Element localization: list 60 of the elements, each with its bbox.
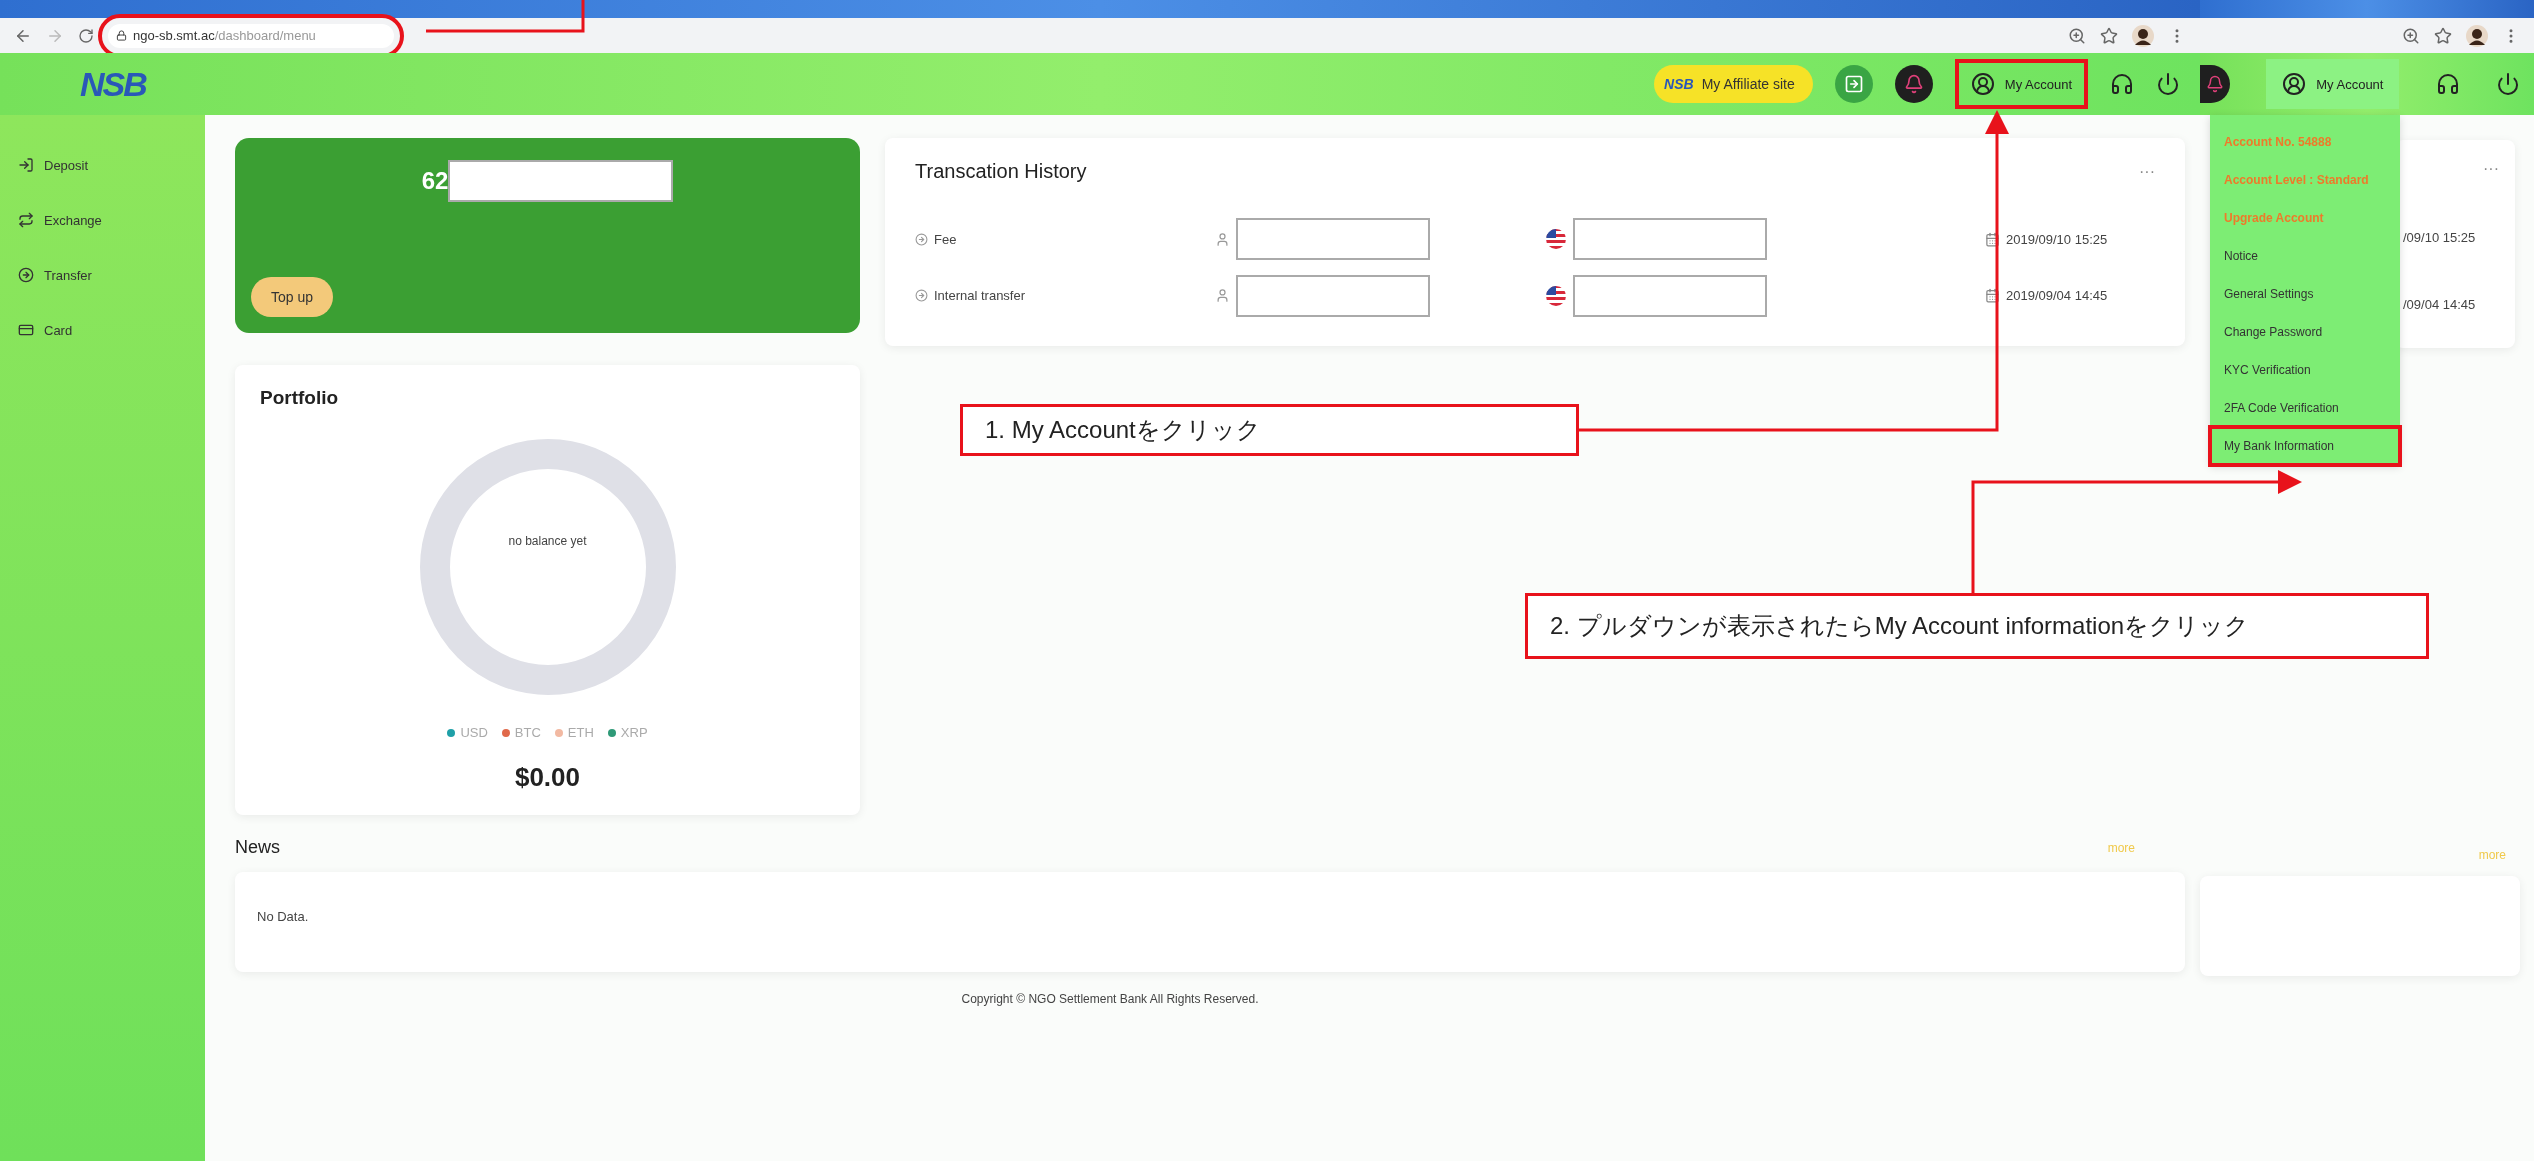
- top-up-button[interactable]: Top up: [251, 277, 334, 317]
- sidebar-item[interactable]: Card: [0, 315, 205, 345]
- section-title: News: [235, 837, 280, 858]
- transaction-date: /09/04 14:45: [2403, 297, 2477, 312]
- sidebar-item[interactable]: Deposit: [0, 150, 205, 180]
- flag-icon: [1545, 284, 1567, 307]
- transaction-type: Fee: [934, 231, 957, 247]
- menu-item[interactable]: General Settings: [2210, 275, 2400, 313]
- empty-text: No Data.: [257, 909, 309, 924]
- user-icon: [2282, 72, 2307, 96]
- profile-avatar-icon[interactable]: [2466, 24, 2488, 47]
- exchange-icon: [18, 212, 34, 228]
- menu-item[interactable]: My Bank Information: [2210, 427, 2400, 465]
- person-icon: [1215, 288, 1230, 304]
- reload-icon[interactable]: [78, 27, 94, 44]
- star-icon[interactable]: [2100, 26, 2118, 45]
- empty-chart-text: no balance yet: [508, 534, 587, 548]
- person-icon: [1215, 231, 1230, 247]
- sidebar-item[interactable]: Transfer: [0, 260, 205, 290]
- logo[interactable]: NSB: [80, 64, 146, 104]
- arrow-square-icon: [1843, 74, 1864, 94]
- zoom-icon[interactable]: [2402, 26, 2420, 45]
- login-arrow-icon: [18, 157, 34, 173]
- lock-icon: [116, 30, 127, 41]
- transaction-type: Internal transfer: [934, 288, 1026, 304]
- power-icon[interactable]: [2156, 72, 2180, 96]
- portfolio-total: $0.00: [514, 762, 581, 793]
- more-button[interactable]: ···: [2483, 160, 2499, 178]
- card-title: Transcation History: [915, 160, 1087, 183]
- profile-avatar-icon[interactable]: [2132, 24, 2154, 47]
- bell-button[interactable]: [2200, 65, 2230, 103]
- menu-item[interactable]: Notice: [2210, 237, 2400, 275]
- sidebar-item[interactable]: Exchange: [0, 205, 205, 235]
- flag-icon: [1545, 228, 1567, 251]
- transaction-date: 2019/09/10 15:25: [2006, 231, 2108, 247]
- star-icon[interactable]: [2434, 26, 2452, 45]
- zoom-icon[interactable]: [2068, 26, 2086, 45]
- account-button[interactable]: My Account: [1954, 59, 2088, 109]
- annotation-callout: 1. My Accountをクリック: [960, 404, 1579, 456]
- headset-icon[interactable]: [2110, 72, 2134, 96]
- user-icon: [1970, 72, 1995, 96]
- bell-icon: [1903, 74, 1924, 94]
- menu-item[interactable]: KYC Verification: [2210, 351, 2400, 389]
- copyright-text: Copyright © NGO Settlement Bank All Rights Reserved.: [960, 992, 1260, 1006]
- headset-icon[interactable]: [2435, 72, 2460, 96]
- more-button[interactable]: ···: [2139, 162, 2155, 181]
- account-button[interactable]: My Account: [2266, 59, 2400, 109]
- menu-item[interactable]: Change Password: [2210, 313, 2400, 351]
- annotation-callout: 2. プルダウンが表示されたらMy Account informationをクリック: [1525, 593, 2429, 659]
- arrow-circle-icon: [18, 267, 34, 283]
- power-icon[interactable]: [2496, 72, 2520, 96]
- transaction-date: /09/10 15:25: [2403, 230, 2477, 245]
- transaction-date: 2019/09/04 14:45: [2006, 288, 2108, 304]
- card-title: Portfolio: [260, 387, 339, 409]
- card-icon: [18, 322, 34, 338]
- bell-icon: [2206, 75, 2224, 93]
- balance-amount: 62: [421, 167, 449, 195]
- menu-item[interactable]: 2FA Code Verification: [2210, 389, 2400, 427]
- bell-button[interactable]: [1894, 65, 1933, 103]
- affiliate-button[interactable]: NSB My Affiliate site: [1654, 65, 1813, 103]
